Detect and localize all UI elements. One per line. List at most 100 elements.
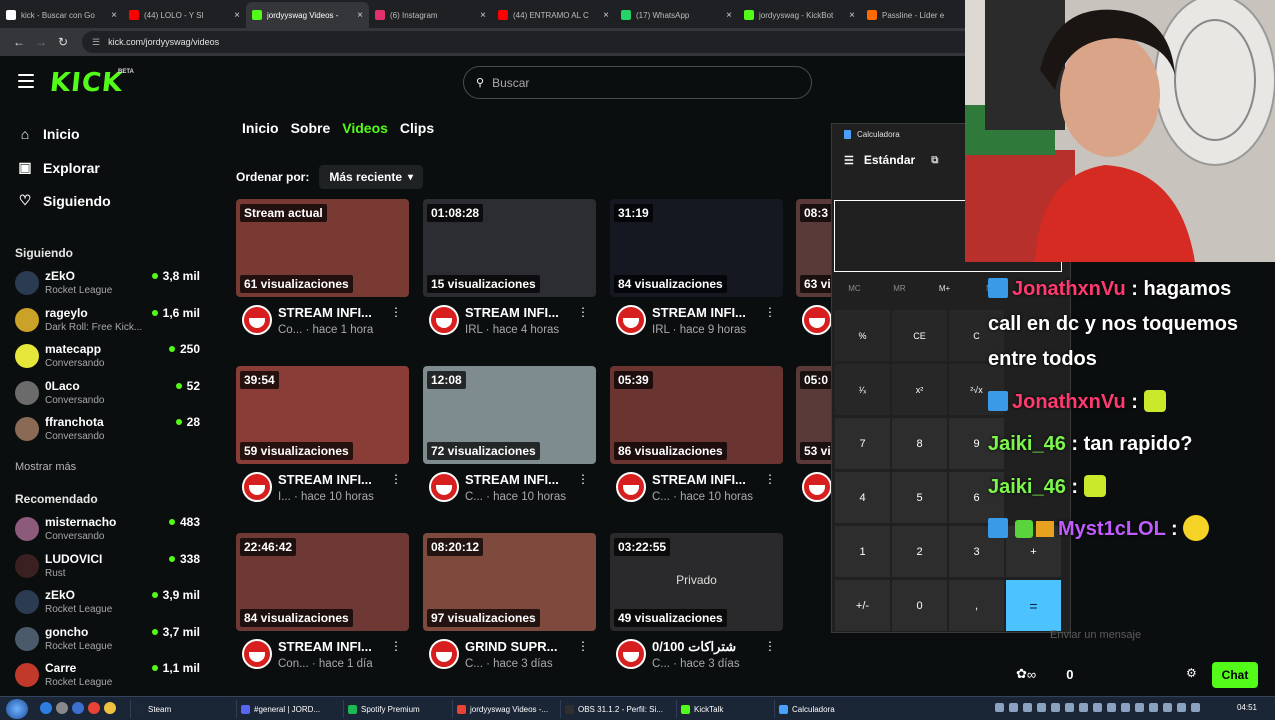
menu-icon[interactable]: ☰ (844, 154, 854, 167)
video-card-partial[interactable]: 08:3 63 vi (796, 199, 831, 339)
tray-icon[interactable] (1023, 703, 1032, 712)
tray-icon[interactable] (1163, 703, 1172, 712)
channel-avatar[interactable] (802, 472, 831, 502)
pinned-app-icon[interactable] (88, 702, 100, 714)
tray-icon[interactable] (1121, 703, 1130, 712)
tray-icon[interactable] (1135, 703, 1144, 712)
chat-username[interactable]: Myst1cLOL (1058, 518, 1165, 540)
more-options-icon[interactable]: ⋮ (764, 305, 776, 319)
chat-username[interactable]: JonathxnVu (1012, 278, 1126, 300)
tray-icon[interactable] (1009, 703, 1018, 712)
gear-icon[interactable]: ⚙ (1186, 666, 1197, 680)
channel-avatar[interactable] (616, 639, 646, 669)
tray-icon[interactable] (1107, 703, 1116, 712)
channel-item[interactable]: zEkO Rocket League 3,9 mil (15, 587, 200, 619)
video-thumbnail[interactable]: 31:19 84 visualizaciones (610, 199, 783, 297)
pinned-app-icon[interactable] (72, 702, 84, 714)
back-icon[interactable]: ← (8, 31, 30, 53)
channel-avatar[interactable] (242, 472, 272, 502)
more-options-icon[interactable]: ⋮ (390, 472, 402, 486)
chat-input[interactable]: Enviar un mensaje (1010, 624, 1255, 646)
tray-icon[interactable] (995, 703, 1004, 712)
more-options-icon[interactable]: ⋮ (390, 639, 402, 653)
memory-button[interactable]: MR (877, 284, 922, 293)
calc-key[interactable]: 2 (892, 526, 947, 577)
tray-icon[interactable] (1051, 703, 1060, 712)
tray-icon[interactable] (1093, 703, 1102, 712)
sidebar-nav-siguiendo[interactable]: ♡ Siguiendo (16, 192, 111, 209)
tab-clips[interactable]: Clips (400, 120, 434, 136)
video-thumbnail[interactable]: 39:54 59 visualizaciones (236, 366, 409, 464)
pinned-app-icon[interactable] (56, 702, 68, 714)
tray-icon[interactable] (1037, 703, 1046, 712)
tray-icon[interactable] (1079, 703, 1088, 712)
browser-tab[interactable]: (44) ENTRAMO AL C × (492, 2, 615, 28)
channel-avatar[interactable] (802, 305, 831, 335)
channel-item[interactable]: 0Laco Conversando 52 (15, 378, 200, 410)
more-options-icon[interactable]: ⋮ (390, 305, 402, 319)
close-icon[interactable]: × (234, 10, 240, 21)
browser-tab[interactable]: jordyyswag - KickBot × (738, 2, 861, 28)
channel-avatar[interactable] (616, 472, 646, 502)
close-icon[interactable]: × (849, 10, 855, 21)
channel-item[interactable]: goncho Rocket League 3,7 mil (15, 624, 200, 656)
search-input[interactable]: ⚲ Buscar (463, 66, 812, 99)
channel-avatar[interactable] (242, 639, 272, 669)
video-title[interactable]: STREAM INFI... (278, 305, 392, 320)
video-card[interactable]: 22:46:42 84 visualizaciones STREAM INFI...… (236, 533, 409, 673)
video-title[interactable]: 0/100 شتراكات (652, 639, 766, 655)
taskbar-item[interactable]: KickTalk (676, 700, 772, 718)
keep-on-top-icon[interactable]: ⧉ (931, 155, 938, 166)
video-title[interactable]: STREAM INFI... (278, 472, 392, 487)
chat-username[interactable]: JonathxnVu (1012, 391, 1126, 413)
address-bar[interactable]: ☰ kick.com/jordyyswag/videos (82, 31, 982, 53)
chat-send-button[interactable]: Chat (1212, 662, 1258, 688)
site-info-icon[interactable]: ☰ (92, 37, 100, 48)
video-thumbnail[interactable]: 05:39 86 visualizaciones (610, 366, 783, 464)
chat-username[interactable]: Jaiki_46 (988, 433, 1066, 455)
sidebar-nav-explorar[interactable]: ▣ Explorar (16, 159, 99, 176)
video-card[interactable]: 05:39 86 visualizaciones STREAM INFI... C..… (610, 366, 783, 506)
more-options-icon[interactable]: ⋮ (764, 472, 776, 486)
browser-tab[interactable]: (6) Instagram × (369, 2, 492, 28)
video-card[interactable]: 01:08:28 15 visualizaciones STREAM INFI...… (423, 199, 596, 339)
video-card[interactable]: 31:19 84 visualizaciones STREAM INFI... IRL… (610, 199, 783, 339)
calc-key[interactable]: % (835, 310, 890, 361)
channel-avatar[interactable] (429, 305, 459, 335)
taskbar-item[interactable]: Steam (130, 700, 234, 718)
show-more-link[interactable]: Mostrar más (15, 461, 76, 473)
taskbar-item[interactable]: Calculadora (774, 700, 874, 718)
close-icon[interactable]: × (480, 10, 486, 21)
video-card[interactable]: 12:08 72 visualizaciones STREAM INFI... C..… (423, 366, 596, 506)
video-card[interactable]: 08:20:12 97 visualizaciones GRIND SUPR... C… (423, 533, 596, 673)
video-thumbnail[interactable]: 03:22:55 49 visualizaciones Privado (610, 533, 783, 631)
tab-videos[interactable]: Videos (342, 120, 388, 136)
video-card[interactable]: 39:54 59 visualizaciones STREAM INFI... I..… (236, 366, 409, 506)
reload-icon[interactable]: ↻ (52, 31, 74, 53)
close-icon[interactable]: × (111, 10, 117, 21)
channel-avatar[interactable] (429, 639, 459, 669)
tray-icon[interactable] (1191, 703, 1200, 712)
tray-icon[interactable] (1177, 703, 1186, 712)
video-thumbnail[interactable]: 22:46:42 84 visualizaciones (236, 533, 409, 631)
video-thumbnail[interactable]: 08:20:12 97 visualizaciones (423, 533, 596, 631)
calc-key[interactable]: CE (892, 310, 947, 361)
menu-icon[interactable] (18, 74, 34, 88)
tray-icon[interactable] (1149, 703, 1158, 712)
calc-key[interactable]: +/- (835, 580, 890, 631)
video-card[interactable]: Stream actual 61 visualizaciones STREAM IN… (236, 199, 409, 339)
pinned-app-icon[interactable] (40, 702, 52, 714)
video-thumbnail[interactable]: 12:08 72 visualizaciones (423, 366, 596, 464)
more-options-icon[interactable]: ⋮ (577, 472, 589, 486)
pinned-app-icon[interactable] (104, 702, 116, 714)
close-icon[interactable]: × (357, 10, 363, 21)
tray-icon[interactable] (1065, 703, 1074, 712)
channel-item[interactable]: rageylo Dark Roll: Free Kick... 1,6 mil (15, 305, 200, 337)
calc-key[interactable]: ¹⁄ₓ (835, 364, 890, 415)
video-thumbnail[interactable]: 01:08:28 15 visualizaciones (423, 199, 596, 297)
browser-tab[interactable]: (17) WhatsApp × (615, 2, 738, 28)
chat-username[interactable]: Jaiki_46 (988, 476, 1066, 498)
channel-item[interactable]: Carre Rocket League 1,1 mil (15, 660, 200, 692)
taskbar-item[interactable]: OBS 31.1.2 - Perfil: Si... (560, 700, 674, 718)
channel-avatar[interactable] (242, 305, 272, 335)
